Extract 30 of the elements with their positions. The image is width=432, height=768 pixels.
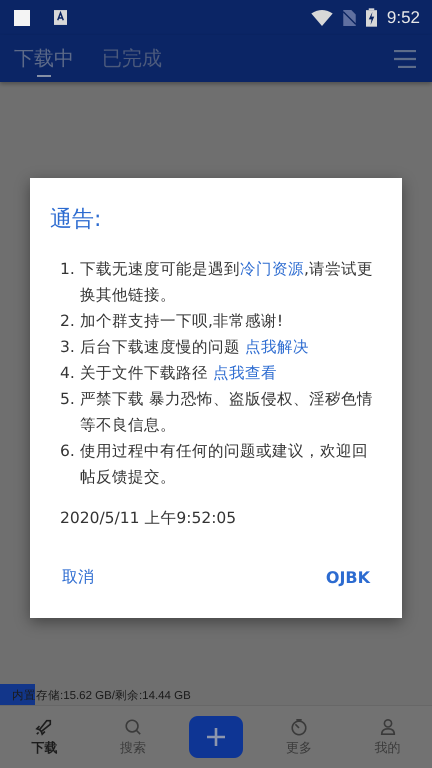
timestamp: 2020/5/11 上午9:52:05 bbox=[60, 508, 238, 529]
tab[interactable]: 已完成 bbox=[102, 35, 162, 82]
link[interactable]: 冷门资源 bbox=[240, 260, 304, 278]
menu-icon[interactable] bbox=[394, 50, 416, 68]
notice-item: 4. 关于文件下载路径 点我查看 bbox=[60, 363, 278, 384]
notification-icon bbox=[14, 10, 30, 26]
link[interactable]: 点我解决 bbox=[244, 338, 309, 356]
nav-item[interactable]: 我的 bbox=[343, 706, 432, 768]
status-time: 9:52 bbox=[386, 8, 420, 28]
dialog-button[interactable]: OJBK bbox=[314, 557, 382, 598]
notice-item: 6. 使用过程中有任何的问题或建议，欢迎回帖反馈提交。 bbox=[60, 441, 369, 488]
no-sim-icon bbox=[342, 10, 356, 26]
notice-item: 1. 下载无速度可能是遇到冷门资源,请尝试更换其他链接。 bbox=[60, 259, 374, 306]
nav-item[interactable]: 更多 bbox=[254, 706, 344, 768]
notice-item: 3. 后台下载速度慢的问题 点我解决 bbox=[60, 337, 310, 358]
nav-item[interactable]: 搜索 bbox=[88, 706, 178, 768]
notice-item: 2. 加个群支持一下呗,非常感谢! bbox=[60, 311, 284, 332]
dialog-button[interactable]: 取消 bbox=[50, 557, 106, 598]
link[interactable]: 点我查看 bbox=[212, 364, 277, 382]
battery-icon bbox=[366, 8, 377, 27]
plus-icon bbox=[206, 727, 226, 747]
add-button[interactable] bbox=[188, 716, 243, 758]
person-icon bbox=[378, 718, 397, 736]
wifi-icon bbox=[310, 10, 333, 26]
timer-icon bbox=[290, 718, 308, 736]
nav-item[interactable]: 下载 bbox=[0, 706, 89, 768]
keyboard-icon bbox=[54, 10, 67, 25]
search-icon bbox=[124, 718, 142, 736]
dialog-title: 通告: bbox=[50, 206, 102, 234]
notice-item: 5. 严禁下载 暴力恐怖、盗版侵权、淫秽色情等不良信息。 bbox=[60, 389, 374, 436]
